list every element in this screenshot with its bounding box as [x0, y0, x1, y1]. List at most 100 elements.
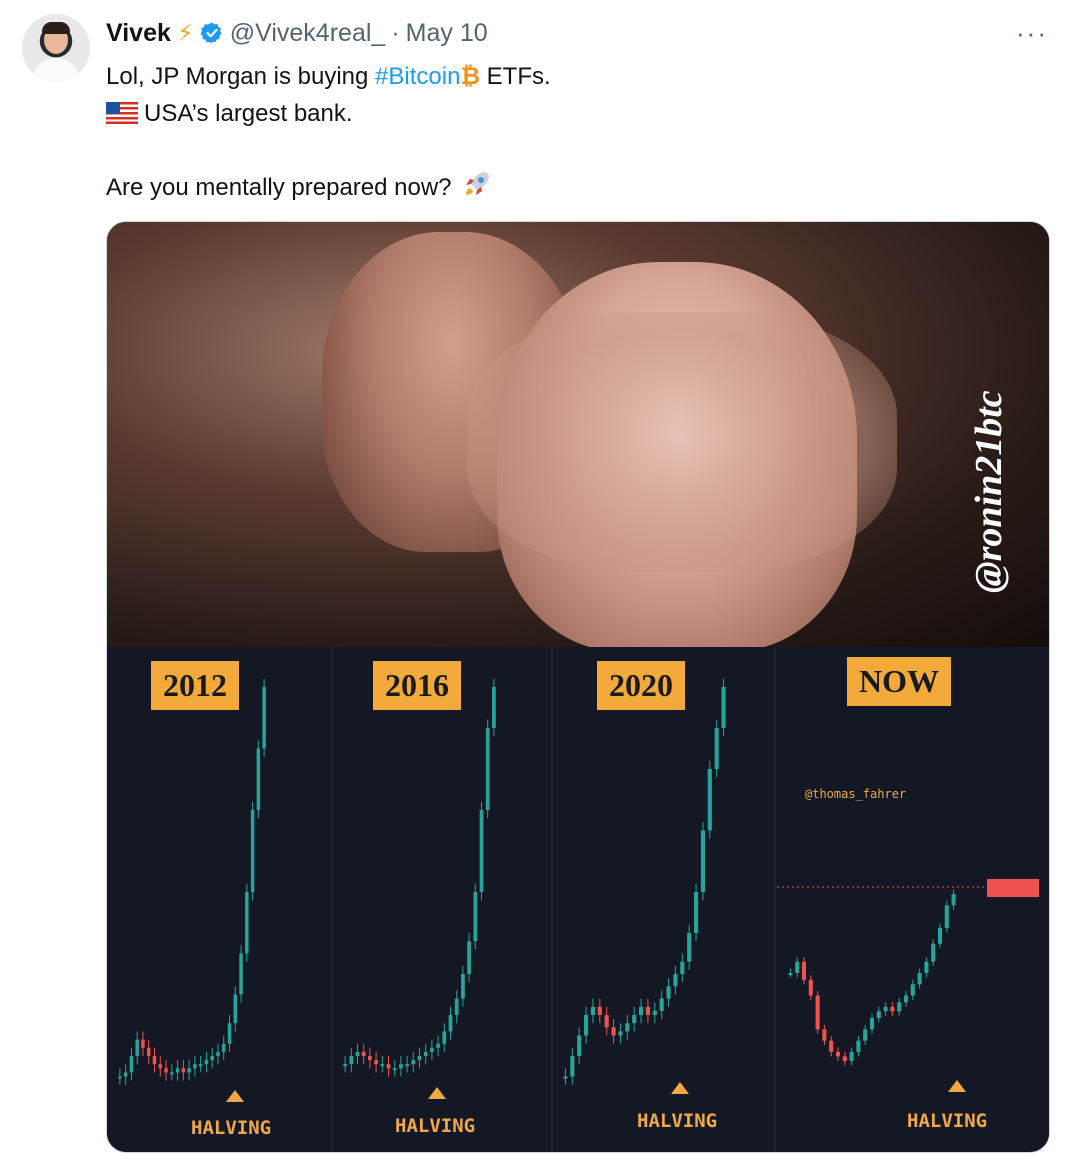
candle-body [910, 984, 915, 996]
candle-body [392, 1068, 397, 1071]
candle-body [694, 892, 699, 933]
candle-body [479, 810, 484, 892]
candle-body [659, 998, 664, 1011]
candle-body [461, 974, 465, 999]
tweet-text: Lol, JP Morgan is buying #Bitcoin₿ ETFs.… [106, 58, 1046, 206]
candle-body [147, 1047, 151, 1056]
candle-body [795, 961, 800, 973]
panel-label-2016: 2016 [373, 661, 461, 710]
candle-body [187, 1068, 191, 1073]
candle-body [917, 972, 922, 985]
candle-body [687, 933, 692, 962]
candle-body [808, 979, 813, 996]
user-handle[interactable]: @Vivek4real_ [230, 19, 386, 48]
candle-body [239, 953, 243, 995]
tweet-line-2: USA’s largest bank. [106, 95, 1046, 132]
candle-body [141, 1039, 145, 1048]
text-fragment: Are you mentally prepared now? [106, 174, 459, 201]
candle-body [897, 1002, 902, 1012]
candle-body [436, 1043, 440, 1048]
candle-body [863, 1029, 868, 1041]
candle-body [822, 1029, 827, 1041]
separator-dot: · [391, 18, 400, 47]
tweet-header: Vivek ⚡ @Vivek4real_ · May 10 [106, 16, 488, 50]
halving-label-now: HALVING [907, 1110, 988, 1132]
candle-body [448, 1015, 453, 1032]
candle-body [835, 1051, 841, 1057]
candle-body [222, 1043, 226, 1052]
candle-body [430, 1047, 434, 1052]
candle-body [951, 894, 956, 906]
candle-body [829, 1040, 834, 1052]
candle-body [467, 941, 471, 974]
candle-body [349, 1056, 354, 1065]
candle-body [645, 1006, 650, 1015]
tweet-media-image[interactable]: @ronin21btc 2012 2016 2020 NOW HALVING H… [106, 221, 1050, 1153]
bitcoin-halving-charts: 2012 2016 2020 NOW HALVING HALVING HALVI… [107, 647, 1049, 1152]
candle-body [842, 1056, 847, 1061]
text-fragment: Lol, JP Morgan is buying [106, 63, 376, 90]
candle-body [788, 972, 793, 975]
candle-body [492, 687, 496, 728]
candle-body [442, 1031, 447, 1044]
halving-label-2012: HALVING [191, 1117, 272, 1139]
candle-body [721, 687, 726, 728]
candle-body [590, 1006, 595, 1015]
candle-body [198, 1064, 203, 1067]
candle-body [123, 1072, 128, 1077]
candle-body [714, 728, 719, 769]
tweet-line-1: Lol, JP Morgan is buying #Bitcoin₿ ETFs. [106, 58, 1046, 95]
candle-body [158, 1064, 162, 1069]
candle-body [801, 961, 807, 980]
candle-body [227, 1023, 232, 1044]
candle-body [374, 1060, 378, 1065]
candle-body [666, 986, 671, 999]
candle-body [707, 769, 712, 831]
candle-body [924, 961, 929, 973]
price-tag [987, 879, 1039, 897]
candle-body [563, 1076, 568, 1079]
tweet[interactable]: Vivek ⚡ @Vivek4real_ · May 10 ··· Lol, J… [0, 0, 1085, 1165]
candle-body [856, 1040, 861, 1052]
tweet-date[interactable]: May 10 [406, 19, 488, 48]
candle-body [193, 1064, 197, 1069]
candle-body [152, 1056, 157, 1065]
candle-body [355, 1051, 360, 1056]
candle-body [262, 687, 266, 749]
candle-body [411, 1060, 416, 1065]
meme-photo: @ronin21btc [107, 222, 1049, 652]
avatar[interactable] [22, 14, 90, 82]
panel-label-2020: 2020 [597, 661, 685, 710]
candle-body [343, 1064, 347, 1067]
candle-body [216, 1051, 220, 1056]
author-tag: @thomas_fahrer [805, 787, 907, 801]
candle-body [815, 995, 820, 1030]
rocket-icon [466, 171, 490, 195]
candle-body [931, 943, 936, 962]
hashtag-link[interactable]: #Bitcoin [375, 63, 460, 90]
candle-body [869, 1018, 875, 1030]
candle-body [584, 1015, 589, 1036]
us-flag-icon [106, 102, 138, 124]
candle-body [639, 1006, 644, 1015]
display-name[interactable]: Vivek [106, 19, 171, 48]
hands-figure [467, 312, 897, 572]
candle-body [233, 994, 237, 1024]
candle-body [652, 1010, 657, 1015]
panel-label-2012: 2012 [151, 661, 239, 710]
verified-badge-icon [200, 22, 222, 44]
panel-label-now: NOW [847, 657, 951, 706]
candle-body [405, 1064, 409, 1067]
candle-body [386, 1064, 391, 1069]
candle-body [625, 1023, 630, 1032]
candle-body [632, 1015, 637, 1024]
candle-body [129, 1056, 134, 1073]
more-options-icon[interactable]: ··· [1016, 18, 1048, 49]
candle-body [485, 728, 490, 810]
candle-body [890, 1006, 895, 1012]
candle-body [903, 995, 909, 1003]
candle-body [181, 1068, 186, 1073]
lightning-icon: ⚡ [176, 19, 194, 47]
candle-body [570, 1056, 575, 1077]
chart-canvas [118, 647, 1039, 1152]
